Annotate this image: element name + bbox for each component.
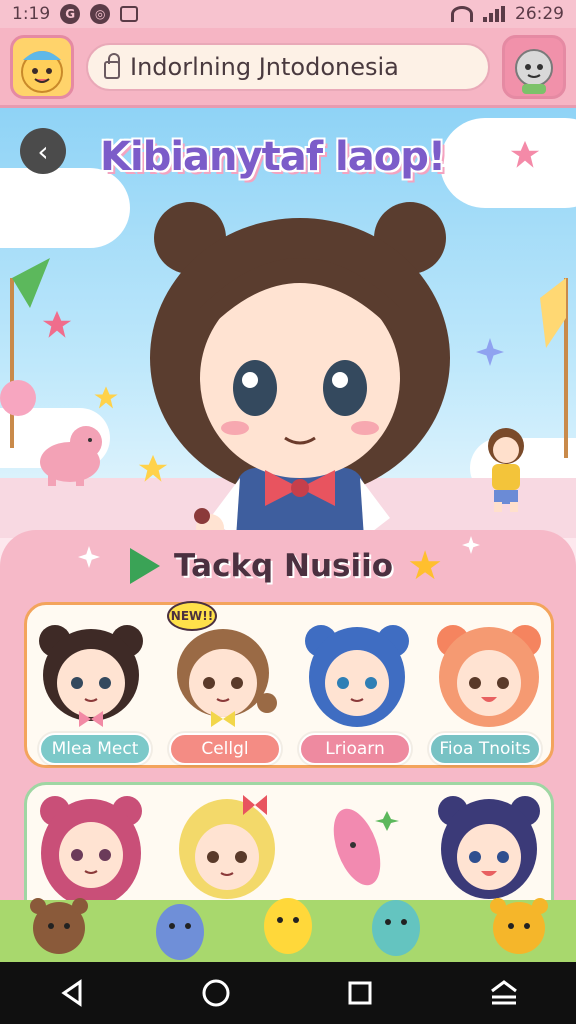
blue-creature bbox=[156, 904, 204, 960]
hero-title: Kibianytaf laop! bbox=[100, 134, 446, 180]
back-icon[interactable] bbox=[42, 969, 102, 1017]
profile-avatar-icon[interactable] bbox=[502, 34, 566, 99]
status-time: 1:19 bbox=[12, 4, 51, 24]
character-label-button[interactable]: Mlea Mect bbox=[39, 733, 151, 765]
wifi-icon bbox=[451, 6, 473, 22]
main-character bbox=[150, 202, 450, 538]
star-icon bbox=[510, 140, 540, 168]
mascot-avatar-icon[interactable] bbox=[10, 34, 74, 99]
teal-creature bbox=[372, 900, 420, 956]
dnd-icon: ◎ bbox=[90, 4, 111, 24]
play-icon[interactable] bbox=[130, 548, 160, 584]
character-avatar[interactable] bbox=[297, 619, 417, 729]
star-icon: ★ bbox=[407, 543, 443, 589]
character-label-button[interactable]: Lrioarn bbox=[299, 733, 411, 765]
character-label-button[interactable]: Cellgl bbox=[169, 733, 281, 765]
orange-creature bbox=[490, 898, 548, 954]
character-row-1: NEW!! Mlea Mect Cellgl Lrioarn Fioa Tnoi… bbox=[24, 601, 554, 768]
app-header: Indorlning Jntodonesia bbox=[0, 28, 576, 108]
recents-icon[interactable] bbox=[330, 969, 390, 1017]
star-icon bbox=[42, 310, 72, 338]
url-text: Indorlning Jntodonesia bbox=[130, 52, 399, 81]
flag-icon bbox=[540, 278, 568, 458]
hero-banner: ‹ Kibianytaf laop! bbox=[0, 108, 576, 538]
photo-icon bbox=[120, 6, 139, 22]
star-icon bbox=[94, 386, 118, 409]
character-avatar[interactable] bbox=[31, 619, 151, 729]
panel-title-text: Tackq Nusiio bbox=[174, 548, 394, 584]
bottom-grass bbox=[0, 898, 576, 962]
bear-creature bbox=[30, 898, 88, 954]
home-icon[interactable] bbox=[186, 969, 246, 1017]
menu-icon[interactable] bbox=[474, 969, 534, 1017]
lock-icon bbox=[104, 52, 120, 79]
sparkle-icon bbox=[78, 546, 100, 568]
yellow-creature bbox=[264, 898, 312, 954]
system-nav-bar bbox=[0, 962, 576, 1024]
back-arrow-icon[interactable]: ‹ bbox=[20, 128, 66, 174]
character-avatar[interactable] bbox=[429, 619, 549, 729]
sparkle-icon bbox=[476, 338, 504, 366]
cloud bbox=[0, 168, 130, 248]
url-bar[interactable]: Indorlning Jntodonesia bbox=[86, 42, 490, 91]
status-right-time: 26:29 bbox=[515, 4, 564, 24]
character-avatar[interactable] bbox=[163, 619, 283, 729]
small-kid bbox=[488, 428, 524, 512]
status-bar: 1:19 G ◎ 26:29 bbox=[0, 0, 576, 28]
panel-title: Tackq Nusiio ★ bbox=[130, 544, 470, 588]
character-label-button[interactable]: Fioa Tnoits bbox=[429, 733, 541, 765]
pink-creature bbox=[40, 426, 102, 486]
signal-icon bbox=[483, 6, 505, 22]
google-icon: G bbox=[60, 4, 81, 24]
